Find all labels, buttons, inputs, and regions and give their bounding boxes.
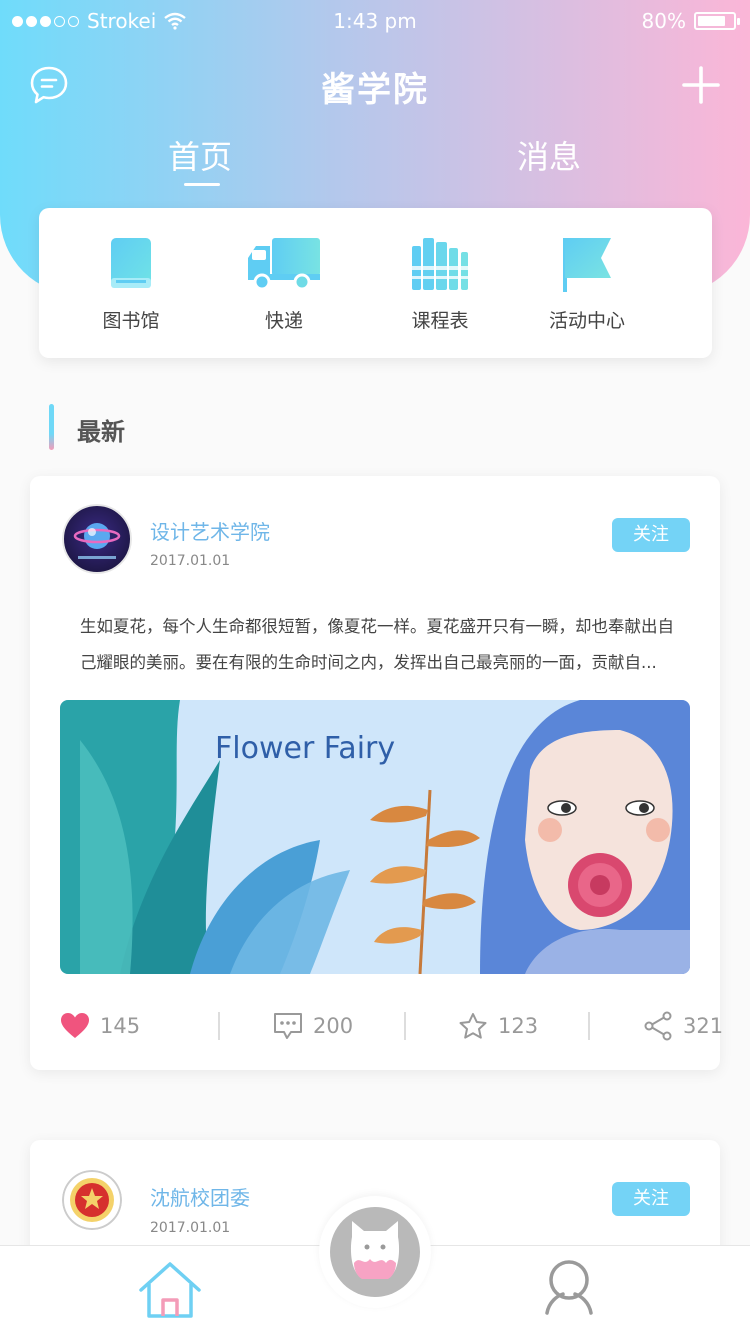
status-bar: Strokei 1:43 pm 80%: [0, 0, 750, 42]
post-date: 2017.01.01: [150, 553, 231, 569]
post-text: 生如夏花，每个人生命都很短暂，像夏花一样。夏花盛开只有一瞬，却也奉献出自己耀眼的…: [80, 617, 674, 672]
status-right: 80%: [641, 9, 740, 33]
tab-home[interactable]: 首页: [168, 132, 232, 178]
post-stats: 145 200 123 321: [60, 1006, 723, 1046]
quick-label: 快递: [264, 310, 303, 332]
home-icon[interactable]: [137, 1260, 203, 1320]
plus-icon[interactable]: [682, 66, 720, 104]
star-icon: [459, 1013, 487, 1039]
book-icon: [111, 238, 151, 288]
post-author[interactable]: 沈航校团委: [150, 1182, 250, 1211]
tab-messages[interactable]: 消息: [517, 132, 581, 178]
quick-item-activity[interactable]: 活动中心: [532, 236, 642, 333]
cat-icon: [350, 1221, 400, 1279]
heart-icon: [61, 1013, 89, 1038]
flag-icon: [563, 238, 611, 292]
image-caption: Flower Fairy: [215, 731, 395, 766]
post-author[interactable]: 设计艺术学院: [150, 516, 270, 545]
post-date: 2017.01.01: [150, 1220, 231, 1236]
truck-icon: [248, 238, 320, 291]
divider: [218, 1012, 220, 1040]
status-time: 1:43 pm: [333, 9, 417, 33]
section-title: 最新: [77, 418, 125, 446]
favorite-stat[interactable]: 123: [458, 1006, 538, 1046]
books-icon: [412, 238, 468, 290]
quick-item-express[interactable]: 快递: [229, 236, 339, 333]
page-title: 酱学院: [321, 70, 429, 110]
post-card[interactable]: 设计艺术学院 2017.01.01 关注 生如夏花，每个人生命都很短暂，像夏花一…: [30, 476, 723, 1070]
quick-item-library[interactable]: 图书馆: [76, 236, 186, 333]
comment-count: 200: [313, 1014, 354, 1038]
like-stat[interactable]: 145: [60, 1006, 140, 1046]
flower-fairy-illustration: Flower Fairy: [60, 700, 690, 974]
favorite-count: 123: [498, 1014, 539, 1038]
avatar-logo-icon: [62, 504, 132, 574]
quick-label: 活动中心: [548, 310, 625, 332]
profile-icon[interactable]: [541, 1258, 597, 1316]
avatar[interactable]: [62, 504, 132, 574]
section-accent-bar: [49, 404, 54, 450]
share-stat[interactable]: 321: [643, 1006, 723, 1046]
youth-league-emblem-icon: [62, 1170, 122, 1230]
divider: [404, 1012, 406, 1040]
tab-underline: [184, 183, 220, 186]
comment-icon: [274, 1013, 302, 1039]
comment-stat[interactable]: 200: [273, 1006, 353, 1046]
like-count: 145: [100, 1014, 141, 1038]
post-image[interactable]: Flower Fairy: [60, 700, 690, 974]
quick-label: 图书馆: [102, 310, 160, 332]
battery-percent: 80%: [641, 9, 686, 33]
share-icon: [644, 1011, 672, 1041]
quick-label: 课程表: [411, 310, 469, 332]
follow-button[interactable]: 关注: [612, 1182, 690, 1216]
battery-icon: [694, 12, 740, 30]
divider: [588, 1012, 590, 1040]
follow-button[interactable]: 关注: [612, 518, 690, 552]
center-cat-button[interactable]: [330, 1207, 420, 1297]
quick-actions-card: 图书馆 快递 课程表 活动中心: [39, 208, 712, 358]
quick-item-timetable[interactable]: 课程表: [385, 236, 495, 333]
share-count: 321: [683, 1014, 724, 1038]
avatar[interactable]: [62, 1170, 122, 1230]
